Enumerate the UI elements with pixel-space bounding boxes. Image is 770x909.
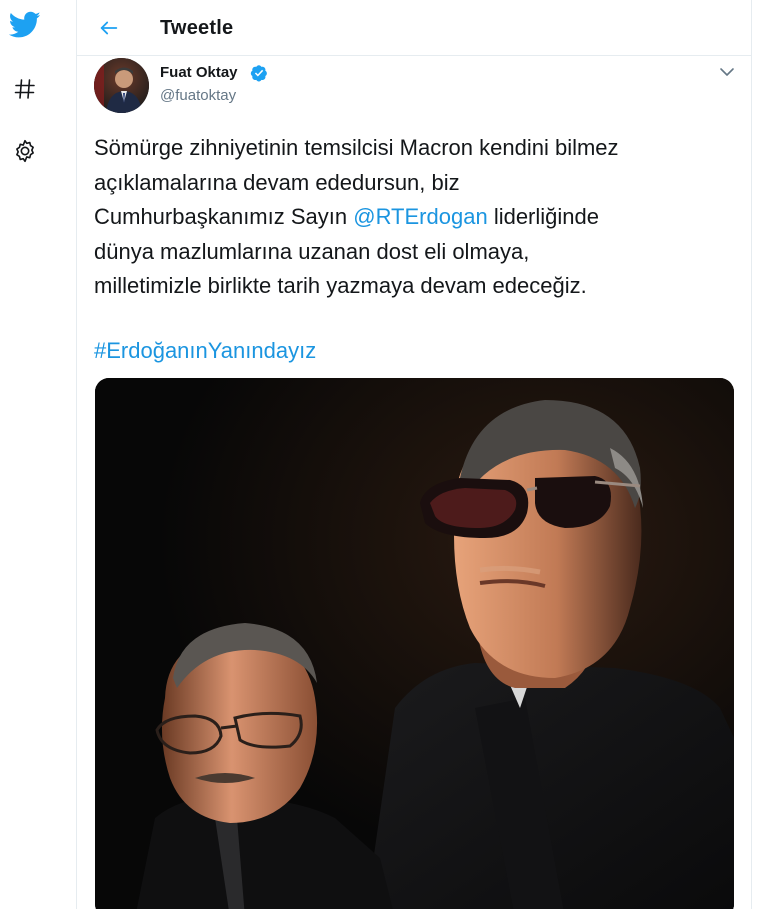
- back-arrow-icon: [100, 21, 118, 35]
- tweet-text: Sömürge zihniyetinin temsilcisi Macron k…: [94, 131, 744, 304]
- chevron-down-icon[interactable]: [717, 64, 737, 80]
- tweet-photo[interactable]: [95, 378, 734, 909]
- hashtag-icon[interactable]: [8, 72, 42, 106]
- mention-link[interactable]: @RTErdogan: [353, 204, 487, 229]
- tweet-line: açıklamalarına devam ededursun, biz: [94, 169, 460, 195]
- verified-badge-icon: [250, 64, 268, 82]
- hashtag-row: #ErdoğanınYanındayız: [94, 336, 316, 366]
- tweet-line: dünya mazlumlarına uzanan dost eli olmay…: [94, 238, 530, 264]
- page-title: Tweetle: [160, 17, 234, 39]
- tweet-line-prefix: Cumhurbaşkanımız Sayın: [94, 204, 354, 229]
- gear-icon[interactable]: [8, 134, 42, 168]
- back-button[interactable]: [93, 12, 125, 44]
- tweet-line: Sömürge zihniyetinin temsilcisi Macron k…: [94, 135, 619, 160]
- avatar[interactable]: [94, 58, 149, 113]
- tweet-column: Tweetle Fuat Oktay @fuatoktay Sömürge zi…: [76, 0, 752, 909]
- tweet-line: Cumhurbaşkanımız Sayın @RTErdogan liderl…: [94, 200, 744, 235]
- twitter-bird-icon[interactable]: [8, 8, 42, 42]
- author-handle: @fuatoktay: [160, 87, 237, 104]
- sidebar: [0, 0, 60, 909]
- author-name[interactable]: Fuat Oktay: [160, 64, 238, 81]
- tweet-line-suffix: liderliğinde: [493, 204, 599, 229]
- hashtag-link[interactable]: #ErdoğanınYanındayız: [94, 338, 316, 363]
- page-header: Tweetle: [77, 0, 751, 56]
- tweet-line: milletimizle birlikte tarih yazmaya deva…: [94, 273, 587, 298]
